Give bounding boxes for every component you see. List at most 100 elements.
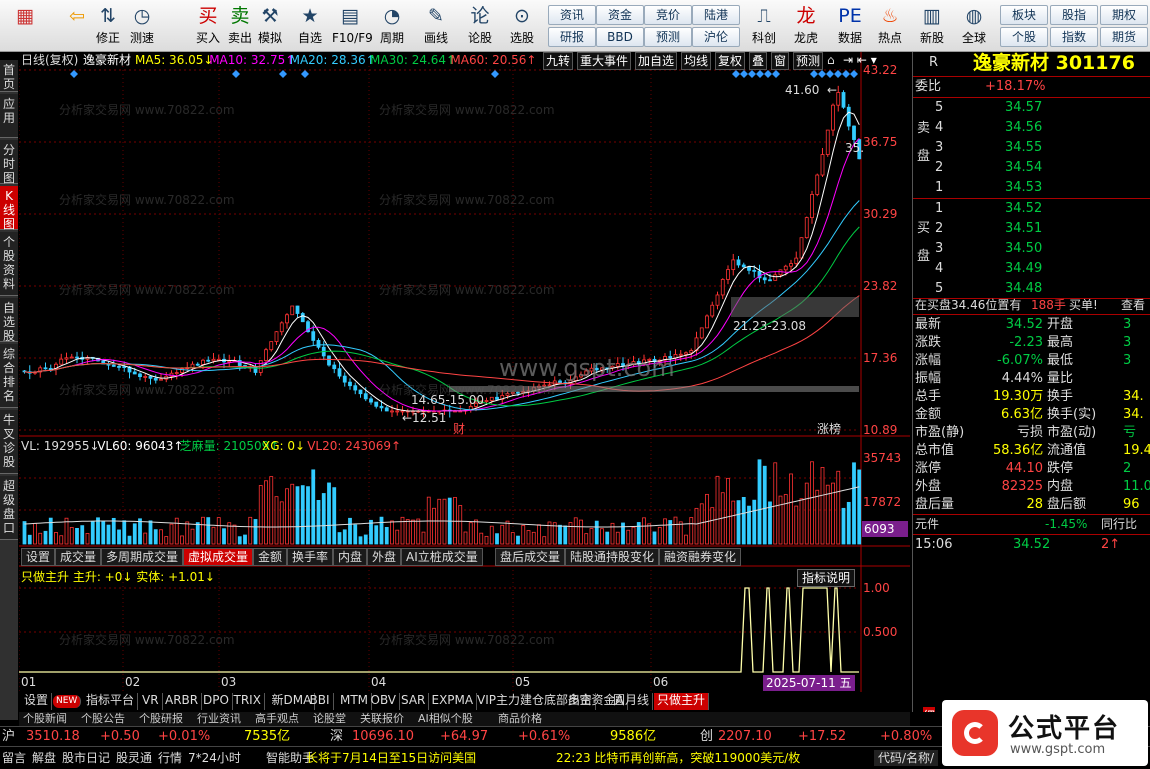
new-badge[interactable]: NEW (53, 695, 81, 708)
toolbar-small-button[interactable]: 预测 (644, 27, 692, 47)
indicator-tab[interactable]: 指标平台 (83, 693, 138, 710)
toolbar-f10-button[interactable]: ▤ F10/F9 (332, 2, 368, 50)
indicator-tab[interactable]: 设置 (21, 693, 52, 710)
chart-tool-button[interactable]: 九转 (543, 52, 573, 70)
chart-tool-button[interactable]: 重大事件 (577, 52, 631, 70)
code-search-input[interactable]: 代码/名称/ (874, 750, 938, 766)
news-menu-item[interactable]: 个股新闻 (23, 712, 67, 726)
status-link[interactable]: 解盘 (32, 750, 56, 766)
volume-tab[interactable]: 融资融券变化 (659, 548, 741, 566)
indicator-tab[interactable]: BBI (307, 693, 334, 710)
toolbar-pick-button[interactable]: ⊙ 选股 (504, 2, 540, 50)
toolbar-small-button[interactable]: 陆港 (692, 5, 740, 25)
toolbar-fixed-button[interactable]: ⇅ 修正 (90, 2, 126, 50)
panel-footer-tab[interactable]: 细 (923, 707, 935, 712)
volume-tab[interactable]: 虚拟成交量 (183, 548, 253, 566)
news-menu-item[interactable]: 商品价格 (498, 712, 542, 726)
volume-tab[interactable]: 外盘 (367, 548, 401, 566)
volume-tab[interactable]: 陆股通持股变化 (565, 548, 659, 566)
left-tab-0[interactable]: 首页 (0, 60, 18, 92)
volume-tab[interactable]: 盘后成交量 (495, 548, 565, 566)
left-tab-8[interactable]: 超级盘口 (0, 476, 18, 540)
news-ticker[interactable]: 22:23 比特币再创新高，突破119000美元/枚 (556, 750, 800, 766)
volume-tab[interactable]: 多周期成交量 (101, 548, 183, 566)
left-tab-1[interactable]: 应用 (0, 94, 18, 138)
nav-arrows-icon[interactable]: ⇥ ⇤ ▾ (843, 52, 877, 68)
indicator-tab[interactable]: OBV (368, 693, 401, 710)
news-menu-item[interactable]: 论股堂 (313, 712, 346, 726)
status-link[interactable]: 股灵通 (116, 750, 152, 766)
toolbar-small-button[interactable]: 沪伦 (692, 27, 740, 47)
news-ticker[interactable]: 长将于7月14日至15日访问美国 (306, 750, 476, 766)
left-tab-3[interactable]: K线图 (0, 186, 18, 230)
volume-tab[interactable]: 设置 (21, 548, 55, 566)
toolbar-small-button[interactable]: 指数 (1050, 27, 1098, 47)
indicator-tab[interactable]: 只做主升 (654, 693, 709, 710)
toolbar-small-button[interactable]: 资讯 (548, 5, 596, 25)
toolbar-sim-button[interactable]: ⚒ 模拟 (252, 2, 288, 50)
volume-bar (396, 530, 399, 544)
data-icon: PE (832, 2, 868, 30)
left-tab-2[interactable]: 分时图 (0, 140, 18, 184)
toolbar-small-button[interactable]: 竞价 (644, 5, 692, 25)
news-menu-item[interactable]: 高手观点 (255, 712, 299, 726)
toolbar-buy-button[interactable]: 买买入 (190, 2, 226, 50)
indicator-tab[interactable]: TRIX (231, 693, 265, 710)
volume-tab[interactable]: 金额 (253, 548, 287, 566)
toolbar-period-button[interactable]: ◔ 周期 (374, 2, 410, 50)
toolbar-forum-button[interactable]: 论论股 (462, 2, 498, 50)
indicator-tab[interactable]: VR (139, 693, 163, 710)
indicator-tab[interactable]: DPO (200, 693, 233, 710)
toolbar-small-button[interactable]: BBD (596, 27, 644, 47)
stat-value: 96 (1123, 496, 1140, 514)
toolbar-ipo-button[interactable]: ▥ 新股 (914, 2, 950, 50)
indicator-tab[interactable]: EXPMA (429, 693, 478, 710)
indicator-tab[interactable]: ARBR (162, 693, 202, 710)
news-menu-item[interactable]: 个股研报 (139, 712, 183, 726)
volume-tab[interactable]: 内盘 (333, 548, 367, 566)
volume-tab[interactable]: 成交量 (55, 548, 101, 566)
toolbar-fav-button[interactable]: ★ 自选 (292, 2, 328, 50)
status-link[interactable]: 行情 (158, 750, 182, 766)
toolbar-small-button[interactable]: 研报 (548, 27, 596, 47)
indicator-help-button[interactable]: 指标说明 (797, 569, 855, 587)
left-tab-6[interactable]: 综合排名 (0, 344, 18, 408)
toolbar-draw-button[interactable]: ✎ 画线 (418, 2, 454, 50)
indicator-tab[interactable]: SAR (398, 693, 429, 710)
left-tab-7[interactable]: 牛叉诊股 (0, 410, 18, 474)
toolbar-hot-button[interactable]: ♨ 热点 (872, 2, 908, 50)
chart-tool-button[interactable]: 叠 (749, 52, 767, 70)
toolbar-small-button[interactable]: 个股 (1000, 27, 1048, 47)
view-link[interactable]: 查看 (1121, 296, 1145, 314)
chart-tool-button[interactable]: 加自选 (635, 52, 677, 70)
news-menu-item[interactable]: 关联报价 (360, 712, 404, 726)
toolbar-home-button[interactable]: ▦ (2, 2, 48, 50)
status-link[interactable]: 股市日记 (62, 750, 110, 766)
volume-tab[interactable]: 换手率 (287, 548, 333, 566)
toolbar-dragon-button[interactable]: 龙龙虎 (788, 2, 824, 50)
toolbar-global-button[interactable]: ◍ 全球 (956, 2, 992, 50)
news-menu-item[interactable]: 行业资讯 (197, 712, 241, 726)
lock-icon[interactable]: ⌂ (827, 52, 835, 68)
toolbar-test-button[interactable]: ◷ 测速 (124, 2, 160, 50)
status-link[interactable]: 7*24小时 (188, 750, 241, 766)
volume-tab[interactable]: AI立桩成交量 (401, 548, 483, 566)
toolbar-data-button[interactable]: PE 数据 (832, 2, 868, 50)
indicator-tab[interactable]: 圆月线 (610, 693, 653, 710)
toolbar-small-button[interactable]: 资金 (596, 5, 644, 25)
toolbar-small-button[interactable]: 股指 (1050, 5, 1098, 25)
kline-chart-area[interactable]: 43.22 36.75 30.29 23.82 17.36 10.89 01 02 03 04 05… (19, 52, 910, 712)
chart-tool-button[interactable]: 复权 (715, 52, 745, 70)
status-link[interactable]: 留言 (2, 750, 26, 766)
toolbar-chart-button[interactable]: ⎍ 科创 (746, 2, 782, 50)
chart-tool-button[interactable]: 窗 (771, 52, 789, 70)
toolbar-small-button[interactable]: 期权 (1100, 5, 1148, 25)
left-tab-5[interactable]: 自选股 (0, 298, 18, 342)
toolbar-small-button[interactable]: 期货 (1100, 27, 1148, 47)
chart-tool-button[interactable]: 均线 (681, 52, 711, 70)
news-menu-item[interactable]: AI相似个股 (418, 712, 473, 726)
chart-tool-button[interactable]: 预测 (793, 52, 823, 70)
news-menu-item[interactable]: 个股公告 (81, 712, 125, 726)
left-tab-4[interactable]: 个股资料 (0, 232, 18, 296)
toolbar-small-button[interactable]: 板块 (1000, 5, 1048, 25)
